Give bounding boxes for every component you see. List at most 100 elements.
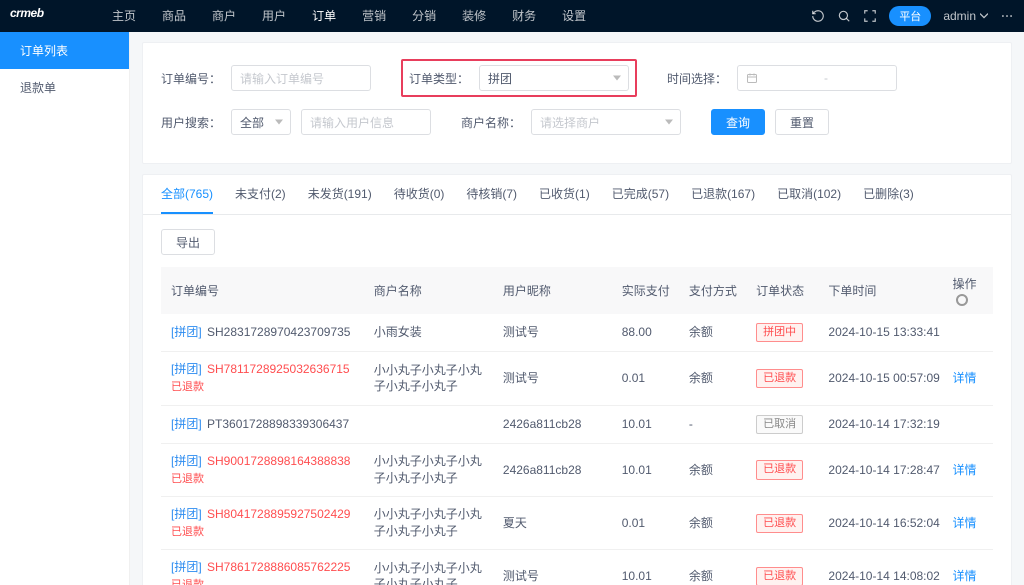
user-search-label: 用户搜索： [161,114,221,131]
cell-status: 已退款 [750,497,822,550]
order-no-input[interactable]: 请输入订单编号 [231,65,371,91]
date-range-input[interactable]: - [737,65,897,91]
tab-1[interactable]: 未支付(2) [235,175,286,214]
cell-nick: 测试号 [497,314,616,352]
table-row: [拼团] SH7811728925032636715已退款小小丸子小丸子小丸子小… [161,352,993,405]
top-right: 平台 admin [811,6,1014,26]
group-tag: [拼团] [171,325,202,339]
filter-order-no: 订单编号： 请输入订单编号 [161,65,371,91]
order-no: SH7811728925032636715 [204,362,350,376]
cell-ops: 详情 [946,352,993,405]
user-search-type-select[interactable]: 全部 [231,109,291,135]
detail-link[interactable]: 详情 [952,516,976,530]
cell-time: 2024-10-15 00:57:09 [822,352,946,405]
tab-2[interactable]: 未发货(191) [308,175,372,214]
cell-ops: 详情 [946,550,993,585]
top-menu-item-2[interactable]: 商户 [200,0,248,32]
cell-status: 已取消 [750,405,822,443]
filter-user-search: 用户搜索： 全部 请输入用户信息 [161,109,431,135]
refresh-icon[interactable] [811,9,825,23]
sidebar: 订单列表退款单 [0,32,130,585]
top-menu-item-0[interactable]: 主页 [100,0,148,32]
cell-pay: 10.01 [616,405,683,443]
detail-link[interactable]: 详情 [952,569,976,583]
top-menu-item-3[interactable]: 用户 [250,0,298,32]
search-button[interactable]: 查询 [711,109,765,135]
cell-method: 余额 [683,443,750,496]
order-no: PT3601728898339306437 [204,417,349,431]
sidebar-item-1[interactable]: 退款单 [0,69,129,106]
top-menu-item-7[interactable]: 装修 [450,0,498,32]
cell-nick: 夏天 [497,497,616,550]
top-menu-item-6[interactable]: 分销 [400,0,448,32]
table-row: [拼团] SH8041728895927502429已退款小小丸子小丸子小丸子小… [161,497,993,550]
tab-7[interactable]: 已退款(167) [691,175,755,214]
group-tag: [拼团] [171,560,202,574]
reset-button[interactable]: 重置 [775,109,829,135]
order-no: SH9001728898164388838 [204,454,351,468]
date-sep: - [824,71,828,85]
tab-9[interactable]: 已删除(3) [863,175,914,214]
table-row: [拼团] SH9001728898164388838已退款小小丸子小丸子小丸子小… [161,443,993,496]
calendar-icon [746,72,758,84]
column-settings-icon[interactable] [956,294,968,306]
th-4: 支付方式 [683,267,750,314]
export-button[interactable]: 导出 [161,229,215,255]
time-label: 时间选择： [667,70,727,87]
user-search-input[interactable]: 请输入用户信息 [301,109,431,135]
table-row: [拼团] SH2831728970423709735小雨女装测试号88.00余额… [161,314,993,352]
merchant-select[interactable]: 请选择商户 [531,109,681,135]
filter-time: 时间选择： - [667,65,897,91]
sidebar-item-0[interactable]: 订单列表 [0,32,129,69]
cell-nick: 2426a811cb28 [497,405,616,443]
filter-panel: 订单编号： 请输入订单编号 订单类型： 拼团 时间选择： - [142,42,1012,164]
th-6: 下单时间 [822,267,946,314]
cell-merchant: 小小丸子小丸子小丸子小丸子小丸子 [368,497,497,550]
cell-nick: 测试号 [497,352,616,405]
tab-6[interactable]: 已完成(57) [612,175,669,214]
group-tag: [拼团] [171,454,202,468]
top-menu-item-1[interactable]: 商品 [150,0,198,32]
group-tag: [拼团] [171,417,202,431]
top-menu-item-5[interactable]: 营销 [350,0,398,32]
cell-ops [946,405,993,443]
search-icon[interactable] [837,9,851,23]
admin-name: admin [943,9,976,23]
order-type-label: 订单类型： [409,70,469,87]
cell-pay: 10.01 [616,443,683,496]
order-type-select[interactable]: 拼团 [479,65,629,91]
order-no: SH8041728895927502429 [204,507,351,521]
main: 订单编号： 请输入订单编号 订单类型： 拼团 时间选择： - [130,32,1024,585]
tab-3[interactable]: 待收货(0) [394,175,445,214]
cell-nick: 测试号 [497,550,616,585]
detail-link[interactable]: 详情 [952,371,976,385]
cell-merchant: 小小丸子小丸子小丸子小丸子小丸子 [368,443,497,496]
th-1: 商户名称 [368,267,497,314]
refund-sub-label: 已退款 [171,472,362,487]
tabs: 全部(765) 未支付(2) 未发货(191) 待收货(0) 待核销(7) 已收货(1) 已… [143,175,1011,215]
cell-time: 2024-10-14 16:52:04 [822,497,946,550]
refund-sub-label: 已退款 [171,578,362,585]
admin-dropdown[interactable]: admin [943,9,988,23]
status-badge: 已退款 [756,369,803,388]
cell-merchant: 小小丸子小丸子小丸子小丸子小丸子 [368,352,497,405]
more-icon[interactable] [1000,9,1014,23]
fullscreen-icon[interactable] [863,9,877,23]
status-badge: 已退款 [756,514,803,533]
top-menu-item-4[interactable]: 订单 [300,0,348,32]
tab-4[interactable]: 待核销(7) [466,175,517,214]
tab-5[interactable]: 已收货(1) [539,175,590,214]
cell-time: 2024-10-15 13:33:41 [822,314,946,352]
detail-link[interactable]: 详情 [952,463,976,477]
tab-0[interactable]: 全部(765) [161,175,213,214]
status-badge: 已退款 [756,460,803,479]
brand-logo: crmeb [10,6,70,26]
cell-time: 2024-10-14 17:28:47 [822,443,946,496]
cell-status: 拼团中 [750,314,822,352]
cell-pay: 88.00 [616,314,683,352]
top-nav: crmeb 主页商品商户用户订单营销分销装修财务设置 平台 admin [0,0,1024,32]
top-menu-item-9[interactable]: 设置 [550,0,598,32]
top-menu-item-8[interactable]: 财务 [500,0,548,32]
tab-8[interactable]: 已取消(102) [777,175,841,214]
platform-badge[interactable]: 平台 [889,6,931,26]
